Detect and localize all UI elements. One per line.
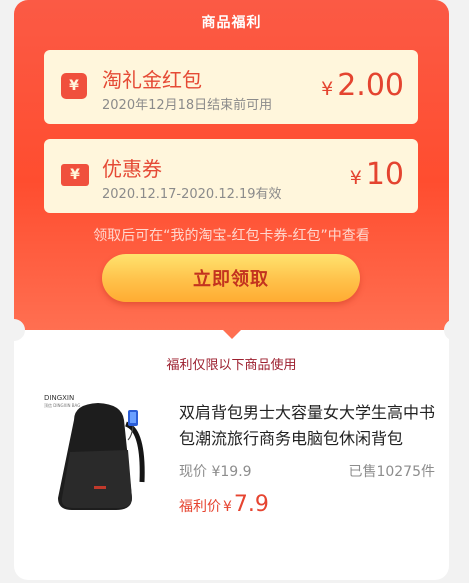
welfare-header-panel: 商品福利 ¥ 淘礼金红包 2020年12月18日结束前可用 ¥2.00 ¥ 优惠… [14, 0, 449, 330]
coupon-amount: ¥2.00 [321, 68, 404, 103]
coupon-validity: 2020.12.17-2020.12.19有效 [102, 187, 282, 202]
price-value: 19.9 [220, 464, 252, 480]
welfare-label: 福利价 [179, 499, 221, 515]
ticket-notch-left [3, 319, 25, 341]
coupon-validity: 2020年12月18日结束前可用 [102, 98, 273, 113]
coupon-name: 淘礼金红包 [102, 68, 202, 92]
coupon-amount: ¥10 [350, 157, 404, 192]
brand-logo: DINGXIN [44, 394, 74, 402]
ticket-notch-right [444, 319, 466, 341]
welfare-value: 7.9 [233, 492, 269, 517]
coupon-ticket-icon: ¥ [61, 164, 89, 186]
currency-symbol: ¥ [349, 167, 362, 189]
product-title[interactable]: 双肩背包男士大容量女大学生高中书包潮流旅行商务电脑包休闲背包 [179, 400, 439, 452]
current-price: 现价 ¥19.9 [179, 461, 252, 481]
price-label: 现价 [179, 464, 207, 480]
brand-sub: 顶信 DINGXIN BAG [44, 402, 80, 408]
coupon-red-envelope[interactable]: ¥ 淘礼金红包 2020年12月18日结束前可用 ¥2.00 [44, 50, 418, 124]
product-section-title: 福利仅限以下商品使用 [166, 358, 297, 373]
welfare-currency: ¥ [223, 499, 232, 515]
amount-value: 10 [365, 157, 404, 192]
welfare-price: 福利价 ¥7.9 [179, 492, 269, 517]
coupon-name: 优惠券 [102, 157, 162, 181]
amount-value: 2.00 [337, 68, 404, 103]
coupon-discount[interactable]: ¥ 优惠券 2020.12.17-2020.12.19有效 ¥10 [44, 139, 418, 213]
currency-symbol: ¥ [321, 78, 334, 100]
sold-count: 已售10275件 [348, 464, 435, 480]
red-envelope-icon: ¥ [61, 73, 87, 99]
claim-note: 领取后可在“我的淘宝-红包卡券-红包”中查看 [93, 228, 370, 244]
panel-title: 商品福利 [201, 15, 262, 31]
product-image[interactable]: DINGXIN 顶信 DINGXIN BAG [40, 390, 160, 520]
claim-button[interactable]: 立即领取 [102, 254, 360, 302]
pointer-triangle-icon [223, 330, 241, 339]
